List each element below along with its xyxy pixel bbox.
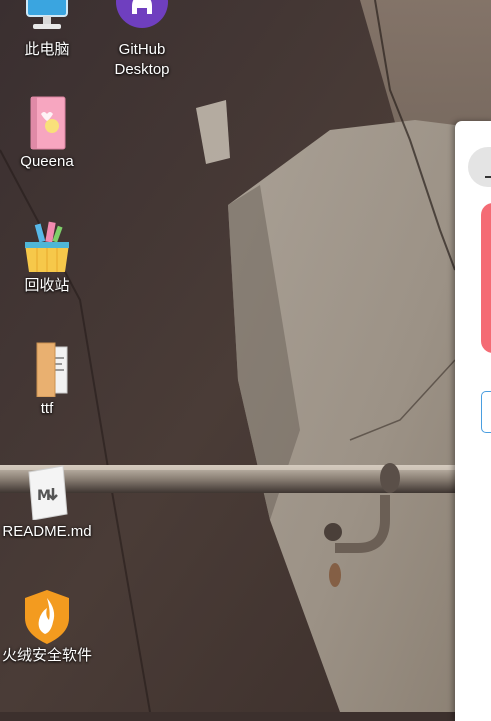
- desktop-icon-github-desktop[interactable]: GitHub Desktop: [96, 0, 188, 80]
- desktop-icon-queena[interactable]: Queena: [1, 94, 93, 172]
- minimize-button[interactable]: [468, 147, 491, 187]
- huorong-shield-icon: [25, 590, 69, 644]
- desktop-icon-readme[interactable]: M README.md: [1, 464, 93, 542]
- github-desktop-icon: [116, 0, 168, 28]
- github-desktop-label: GitHub Desktop: [114, 41, 170, 78]
- queena-label: Queena: [20, 153, 74, 170]
- desktop-icon-ttf[interactable]: ttf: [1, 341, 93, 419]
- markdown-file-icon: M: [28, 465, 68, 520]
- window-outlined-button[interactable]: [481, 391, 491, 433]
- huorong-label: 火绒安全软件: [1, 647, 92, 664]
- desktop-icon-this-pc[interactable]: 此电脑: [1, 0, 93, 60]
- ttf-label: ttf: [40, 400, 54, 417]
- notebook-icon: [30, 96, 66, 150]
- computer-icon: [26, 0, 68, 29]
- recycle-bin-label: 回收站: [24, 277, 70, 294]
- folder-icon: [36, 342, 68, 397]
- app-window[interactable]: [455, 121, 491, 721]
- this-pc-label: 此电脑: [24, 41, 70, 58]
- readme-label: README.md: [2, 523, 92, 540]
- window-banner: [481, 203, 491, 353]
- desktop-icon-huorong[interactable]: 火绒安全软件: [1, 588, 93, 666]
- recycle-bin-icon: [25, 221, 69, 272]
- desktop-icon-recycle-bin[interactable]: 回收站: [1, 218, 93, 296]
